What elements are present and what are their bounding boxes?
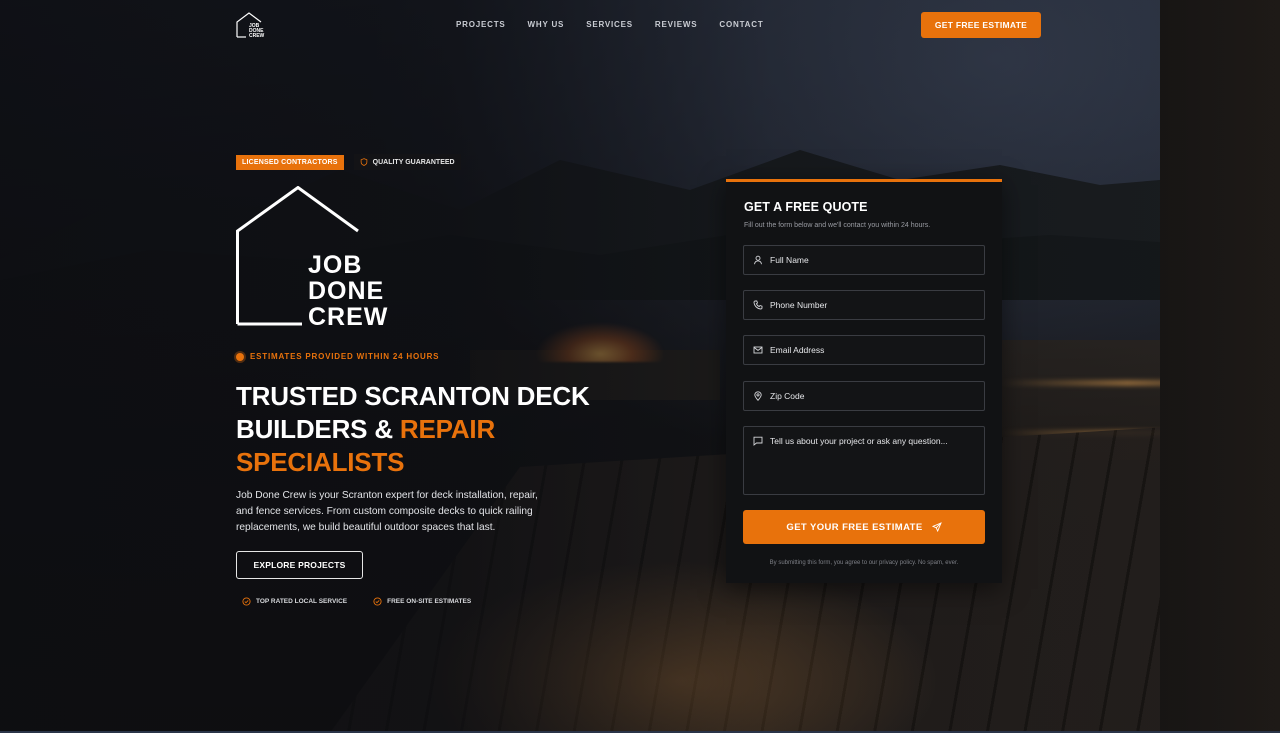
- shield-icon: [360, 158, 367, 166]
- nav-link-contact[interactable]: CONTACT: [719, 20, 763, 29]
- nav-link-services[interactable]: SERVICES: [586, 20, 633, 29]
- licensed-contractors-badge: LICENSED CONTRACTORS: [236, 154, 344, 170]
- nav-link-projects[interactable]: PROJECTS: [456, 20, 506, 29]
- full-name-placeholder: Full Name: [770, 255, 809, 265]
- hero-badges: LICENSED CONTRACTORS QUALITY GUARANTEED: [236, 154, 461, 170]
- project-message-textarea[interactable]: Tell us about your project or ask any qu…: [743, 426, 985, 495]
- hero-description: Job Done Crew is your Scranton expert fo…: [236, 490, 538, 533]
- headline-line-1: TRUSTED SCRANTON DECK: [236, 381, 590, 411]
- check-circle-icon: [373, 597, 382, 606]
- estimate-notice-text: ESTIMATES PROVIDED WITHIN 24 HOURS: [250, 352, 440, 361]
- get-free-estimate-button[interactable]: GET FREE ESTIMATE: [921, 12, 1041, 38]
- phone-number-placeholder: Phone Number: [770, 300, 828, 310]
- quality-guaranteed-label: QUALITY GUARANTEED: [372, 158, 455, 166]
- feature-label: FREE ON-SITE ESTIMATES: [387, 598, 472, 605]
- logo-word-job: JOB: [308, 251, 362, 279]
- free-quote-form: GET A FREE QUOTE Fill out the form below…: [726, 179, 1002, 583]
- submit-label: GET YOUR FREE ESTIMATE: [786, 521, 923, 533]
- form-title: GET A FREE QUOTE: [744, 200, 868, 214]
- hero-features: TOP RATED LOCAL SERVICE FREE ON-SITE EST…: [242, 597, 471, 606]
- zip-code-field[interactable]: Zip Code: [743, 381, 985, 411]
- privacy-note: By submitting this form, you agree to ou…: [769, 560, 959, 566]
- full-name-field[interactable]: Full Name: [743, 245, 985, 275]
- status-dot-icon: [236, 352, 244, 361]
- hero-headline: TRUSTED SCRANTON DECK BUILDERS & REPAIR …: [236, 380, 636, 479]
- job-done-crew-logo[interactable]: JOB DONE CREW: [236, 12, 270, 38]
- headline-accent-specialists: SPECIALISTS: [236, 447, 405, 477]
- mail-icon: [753, 346, 763, 354]
- headline-accent-repair: REPAIR: [399, 414, 496, 444]
- logo-text-line-3: CREW: [249, 33, 265, 38]
- top-navigation: JOB DONE CREW PROJECTS WHY US SERVICES R…: [236, 12, 1041, 38]
- message-icon: [753, 436, 763, 446]
- logo-word-done: DONE: [308, 277, 384, 305]
- user-icon: [754, 255, 762, 265]
- send-icon: [931, 522, 942, 532]
- quality-guaranteed-badge: QUALITY GUARANTEED: [353, 154, 461, 170]
- zip-code-placeholder: Zip Code: [770, 391, 805, 401]
- logo-word-crew: CREW: [308, 303, 388, 326]
- project-message-placeholder: Tell us about your project or ask any qu…: [770, 436, 948, 446]
- nav-links: PROJECTS WHY US SERVICES REVIEWS CONTACT: [456, 20, 764, 29]
- job-done-crew-large-logo: JOB DONE CREW: [236, 186, 388, 326]
- email-address-placeholder: Email Address: [770, 345, 825, 355]
- get-your-free-estimate-button[interactable]: GET YOUR FREE ESTIMATE: [743, 510, 985, 544]
- feature-free-estimates: FREE ON-SITE ESTIMATES: [373, 597, 471, 606]
- nav-link-why-us[interactable]: WHY US: [528, 20, 565, 29]
- feature-label: TOP RATED LOCAL SERVICE: [256, 598, 348, 605]
- form-subtitle: Fill out the form below and we'll contac…: [744, 222, 931, 229]
- feature-top-rated: TOP RATED LOCAL SERVICE: [242, 597, 347, 606]
- check-circle-icon: [242, 597, 251, 606]
- phone-icon: [753, 300, 763, 310]
- hero-background-image: [0, 0, 1280, 733]
- map-pin-icon: [754, 391, 762, 401]
- explore-projects-button[interactable]: EXPLORE PROJECTS: [236, 551, 363, 579]
- headline-line-2: BUILDERS &: [236, 414, 400, 444]
- phone-number-field[interactable]: Phone Number: [743, 290, 985, 320]
- nav-link-reviews[interactable]: REVIEWS: [655, 20, 698, 29]
- estimate-notice: ESTIMATES PROVIDED WITHIN 24 HOURS: [236, 352, 439, 361]
- email-address-field[interactable]: Email Address: [743, 335, 985, 365]
